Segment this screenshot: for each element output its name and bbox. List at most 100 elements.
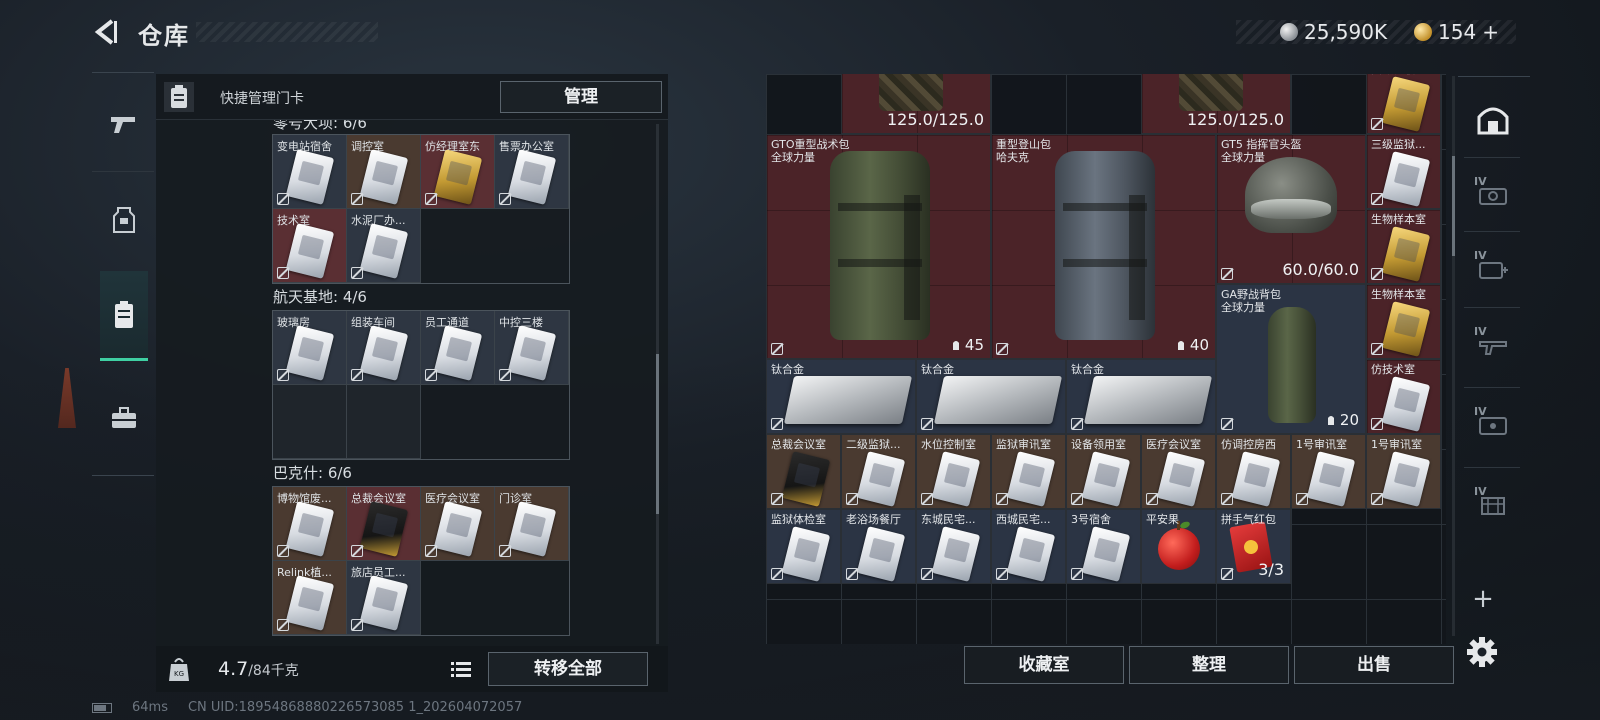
- stash-item[interactable]: 总裁会议室: [766, 434, 841, 509]
- stash-item[interactable]: 1号审讯室: [1366, 434, 1441, 509]
- empty-slot: [347, 385, 421, 459]
- stash-item[interactable]: 东城民宅...: [916, 509, 991, 584]
- unbound-lock-icon: [1371, 343, 1383, 355]
- stash-item[interactable]: 三级监狱...: [1366, 134, 1441, 209]
- stash-item[interactable]: 拼手气红包 3/3: [1216, 509, 1291, 584]
- keycard-slot[interactable]: 水泥厂办...: [347, 209, 421, 283]
- stash-scrollbar-thumb[interactable]: [1452, 156, 1455, 256]
- unbound-lock-icon: [1371, 493, 1383, 505]
- stash-item[interactable]: 钛合金: [766, 359, 916, 434]
- stash-item[interactable]: 钛合金: [916, 359, 1066, 434]
- stash-item[interactable]: 西城民宅...: [991, 509, 1066, 584]
- stash-item[interactable]: 水位控制室: [916, 434, 991, 509]
- stash-item[interactable]: 平安果: [1141, 509, 1216, 584]
- stash-page-button[interactable]: IV: [1468, 321, 1518, 369]
- stash-item[interactable]: 重型登山包 哈夫克 40: [991, 134, 1216, 359]
- stash-item[interactable]: 典狱长收...: [1366, 74, 1441, 134]
- tab-gear[interactable]: [100, 175, 148, 265]
- add-gold-plus[interactable]: +: [1482, 20, 1499, 44]
- keycard-slot[interactable]: 中控三楼: [495, 311, 569, 385]
- stash-item[interactable]: 医疗会议室: [1141, 434, 1216, 509]
- top-bar: 仓库 25,590K 154 +: [0, 0, 1600, 66]
- stash-item[interactable]: GTO重型战术包 全球力量 45: [766, 134, 991, 359]
- item-name: 监狱审讯室: [996, 438, 1051, 451]
- stash-page-button[interactable]: IV: [1468, 401, 1518, 449]
- stash-item[interactable]: 二级监狱...: [841, 434, 916, 509]
- keycard-slot[interactable]: 员工通道: [421, 311, 495, 385]
- stash-item[interactable]: GA野战背包 全球力量 20: [1216, 284, 1366, 434]
- keycard-slot[interactable]: 门诊室: [495, 487, 569, 561]
- stash-item[interactable]: 钛合金: [1066, 359, 1216, 434]
- stash-item[interactable]: 监狱体检室: [766, 509, 841, 584]
- item-capacity: 20: [1326, 411, 1359, 429]
- rail-divider: [1464, 467, 1520, 468]
- stash-item[interactable]: 仿技术室: [1366, 359, 1441, 434]
- stash-page-button[interactable]: IV: [1468, 171, 1518, 219]
- item-name-line: 重型登山包: [996, 138, 1051, 151]
- item-name-line: GA野战背包: [1221, 288, 1282, 301]
- sell-button[interactable]: 出售: [1294, 646, 1454, 684]
- item-durability: 60.0/60.0: [1282, 260, 1359, 279]
- keycard-slot[interactable]: 变电站宿舍: [273, 135, 347, 209]
- list-view-button[interactable]: [446, 655, 476, 683]
- tab-misc[interactable]: [100, 373, 148, 463]
- tab-weapons[interactable]: [100, 79, 148, 169]
- tab-keycards[interactable]: [100, 271, 148, 361]
- keycard-slot[interactable]: 售票办公室: [495, 135, 569, 209]
- titanium-ingot-image: [933, 376, 1063, 424]
- unbound-lock-icon: [771, 418, 783, 430]
- stash-item[interactable]: 125.0/125.0: [841, 74, 991, 134]
- stash-item[interactable]: 生物样本室: [1366, 284, 1441, 359]
- unbound-lock-icon: [277, 193, 289, 205]
- keycard-slot[interactable]: 总裁会议室: [347, 487, 421, 561]
- stash-item[interactable]: 生物样本室: [1366, 209, 1441, 284]
- keycard-list[interactable]: 零号大坝: 6/6 变电站宿舍 调控室 仿经理室东 售票办公室 技术室 水泥厂办... 航…: [156, 120, 668, 646]
- capacity-number: 45: [964, 336, 984, 354]
- back-button[interactable]: [92, 18, 120, 46]
- keycard-slot[interactable]: 旅店员工...: [347, 561, 421, 635]
- stash-item[interactable]: 老浴场餐厅: [841, 509, 916, 584]
- keycard-icon: [1381, 301, 1431, 357]
- manage-button[interactable]: 管理: [500, 81, 662, 113]
- sort-button[interactable]: 整理: [1129, 646, 1289, 684]
- collection-room-button[interactable]: 收藏室: [964, 646, 1124, 684]
- keycard-icon: [856, 526, 906, 582]
- keycard-slot[interactable]: 玻璃房: [273, 311, 347, 385]
- keycard-slot[interactable]: 医疗会议室: [421, 487, 495, 561]
- unbound-lock-icon: [499, 193, 511, 205]
- scrollbar-thumb[interactable]: [656, 354, 659, 514]
- keycard-slot[interactable]: 博物馆废...: [273, 487, 347, 561]
- item-name: 老浴场餐厅: [846, 513, 901, 526]
- stash-item[interactable]: GT5 指挥官头盔 全球力量 60.0/60.0: [1216, 134, 1366, 284]
- stash-item[interactable]: 仿调控房西: [1216, 434, 1291, 509]
- stash-item[interactable]: 3号宿舍: [1066, 509, 1141, 584]
- keycard-slot[interactable]: 仿经理室东: [421, 135, 495, 209]
- keycard-icon: [359, 501, 409, 557]
- gold-currency[interactable]: 154 +: [1414, 20, 1499, 44]
- keycard-slot[interactable]: 调控室: [347, 135, 421, 209]
- empty-slot: [273, 385, 347, 459]
- stash-item[interactable]: 1号审讯室: [1291, 434, 1366, 509]
- keycard-icon: [507, 149, 557, 205]
- keycard-slot[interactable]: 组装车间: [347, 311, 421, 385]
- stash-item[interactable]: 125.0/125.0: [1141, 74, 1291, 134]
- keycard-case-icon: [164, 82, 194, 112]
- unbound-lock-icon: [351, 545, 363, 557]
- rail-divider: [1464, 307, 1520, 308]
- stash-page-button[interactable]: IV: [1468, 245, 1518, 293]
- stash-grid[interactable]: 125.0/125.0 125.0/125.0 典狱长收... GTO重型战术包全球力…: [766, 74, 1446, 644]
- keycard-slot[interactable]: 技术室: [273, 209, 347, 283]
- keycard-icon: [1156, 451, 1206, 507]
- stash-item[interactable]: 设备领用室: [1066, 434, 1141, 509]
- keycard-icon: [1381, 376, 1431, 432]
- settings-button[interactable]: [1466, 636, 1498, 668]
- stash-page-button[interactable]: IV: [1468, 481, 1518, 529]
- stash-main-button[interactable]: [1468, 95, 1518, 143]
- stash-item[interactable]: 监狱审讯室: [991, 434, 1066, 509]
- unbound-lock-icon: [1371, 418, 1383, 430]
- keycard-icon: [1381, 451, 1431, 507]
- keycard-case-icon: [115, 300, 133, 328]
- keycard-slot[interactable]: Relink植...: [273, 561, 347, 635]
- add-stash-page-button[interactable]: +: [1470, 586, 1496, 612]
- transfer-all-button[interactable]: 转移全部: [488, 652, 648, 686]
